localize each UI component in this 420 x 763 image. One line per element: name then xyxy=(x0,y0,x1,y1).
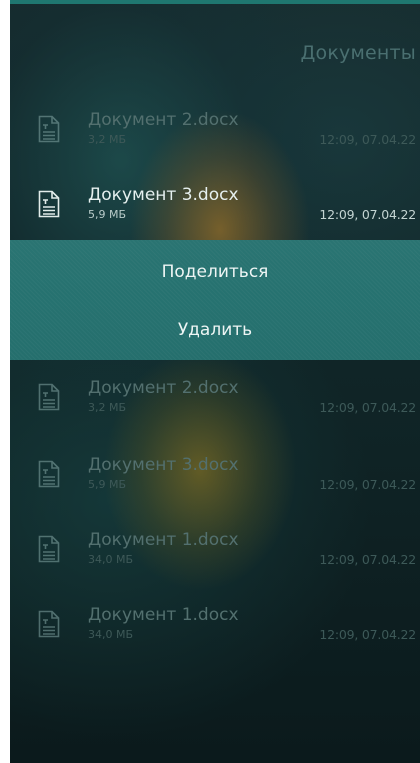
document-icon xyxy=(38,115,60,143)
document-size: 5,9 МБ xyxy=(88,208,127,221)
document-icon xyxy=(38,190,60,218)
document-date: 12:09, 07.04.22 xyxy=(319,477,416,492)
page-title: Документы xyxy=(300,42,416,64)
document-row[interactable]: Документ 2.docx 3,2 МБ 12:09, 07.04.22 xyxy=(10,378,420,434)
document-date: 12:09, 07.04.22 xyxy=(319,552,416,567)
document-name: Документ 1.docx xyxy=(88,605,239,625)
document-date: 12:09, 07.04.22 xyxy=(319,627,416,642)
document-row[interactable]: Документ 1.docx 34,0 МБ 12:09, 07.04.22 xyxy=(10,530,420,586)
document-name: Документ 3.docx xyxy=(88,455,239,475)
document-size: 3,2 МБ xyxy=(88,133,127,146)
document-size: 34,0 МБ xyxy=(88,628,134,641)
document-icon xyxy=(38,610,60,638)
document-row[interactable]: Документ 2.docx 3,2 МБ 12:09, 07.04.22 xyxy=(10,110,420,166)
document-icon xyxy=(38,535,60,563)
document-name: Документ 1.docx xyxy=(88,530,239,550)
document-row[interactable]: Документ 3.docx 5,9 МБ 12:09, 07.04.22 xyxy=(10,455,420,511)
top-accent-bar xyxy=(10,0,420,4)
document-date: 12:09, 07.04.22 xyxy=(319,132,416,147)
document-date: 12:09, 07.04.22 xyxy=(319,207,416,222)
share-button[interactable]: Поделиться xyxy=(10,244,420,300)
document-size: 34,0 МБ xyxy=(88,553,134,566)
document-icon xyxy=(38,460,60,488)
document-size: 5,9 МБ xyxy=(88,478,127,491)
documents-screen: Документы Документ 2.docx 3,2 МБ 12:09, … xyxy=(10,0,420,763)
document-icon xyxy=(38,383,60,411)
document-name: Документ 2.docx xyxy=(88,110,239,130)
document-size: 3,2 МБ xyxy=(88,401,127,414)
delete-button[interactable]: Удалить xyxy=(10,302,420,358)
context-action-panel: Поделиться Удалить xyxy=(10,240,420,360)
document-name: Документ 3.docx xyxy=(88,185,239,205)
document-date: 12:09, 07.04.22 xyxy=(319,400,416,415)
document-row[interactable]: Документ 1.docx 34,0 МБ 12:09, 07.04.22 xyxy=(10,605,420,661)
document-name: Документ 2.docx xyxy=(88,378,239,398)
document-row-selected[interactable]: Документ 3.docx 5,9 МБ 12:09, 07.04.22 xyxy=(10,185,420,241)
